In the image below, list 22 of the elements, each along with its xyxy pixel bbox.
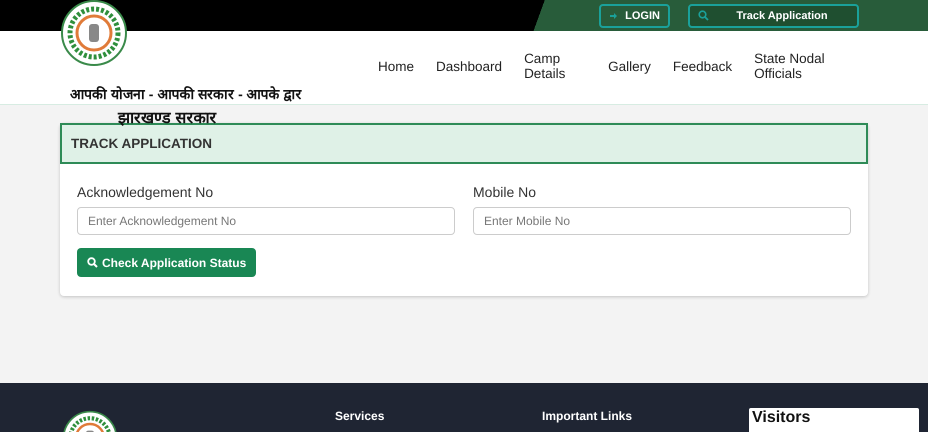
search-icon (87, 257, 98, 268)
visitors-title: Visitors (752, 409, 810, 427)
tagline: आपकी योजना - आपकी सरकार - आपके द्वार (70, 85, 302, 103)
field-label: Mobile No (473, 184, 538, 200)
search-icon (698, 10, 709, 21)
nav-link[interactable]: Camp Details (513, 51, 598, 81)
input-field[interactable]: Enter Mobile No (473, 207, 851, 235)
login-icon (609, 10, 620, 20)
footer-heading: Services (335, 409, 384, 423)
nav-link[interactable]: Feedback (662, 58, 744, 74)
card-title: TRACK APPLICATION (71, 136, 212, 151)
input-field[interactable]: Enter Acknowledgement No (77, 207, 455, 235)
login-button[interactable]: LOGIN (599, 4, 670, 28)
nav-link[interactable]: Gallery (597, 58, 662, 74)
nav-link[interactable]: Dashboard (425, 58, 514, 74)
footer-heading: Important Links (542, 409, 632, 423)
track-application-button[interactable]: Track Application (688, 4, 859, 28)
check-status-button[interactable]: Check Application Status (77, 248, 256, 277)
nav-link[interactable]: Home (367, 58, 426, 74)
state-government-title: झारखण्ड सरकार (118, 109, 216, 128)
field-label: Acknowledgement No (77, 184, 214, 200)
nav-link[interactable]: State Nodal Officials (743, 51, 844, 81)
